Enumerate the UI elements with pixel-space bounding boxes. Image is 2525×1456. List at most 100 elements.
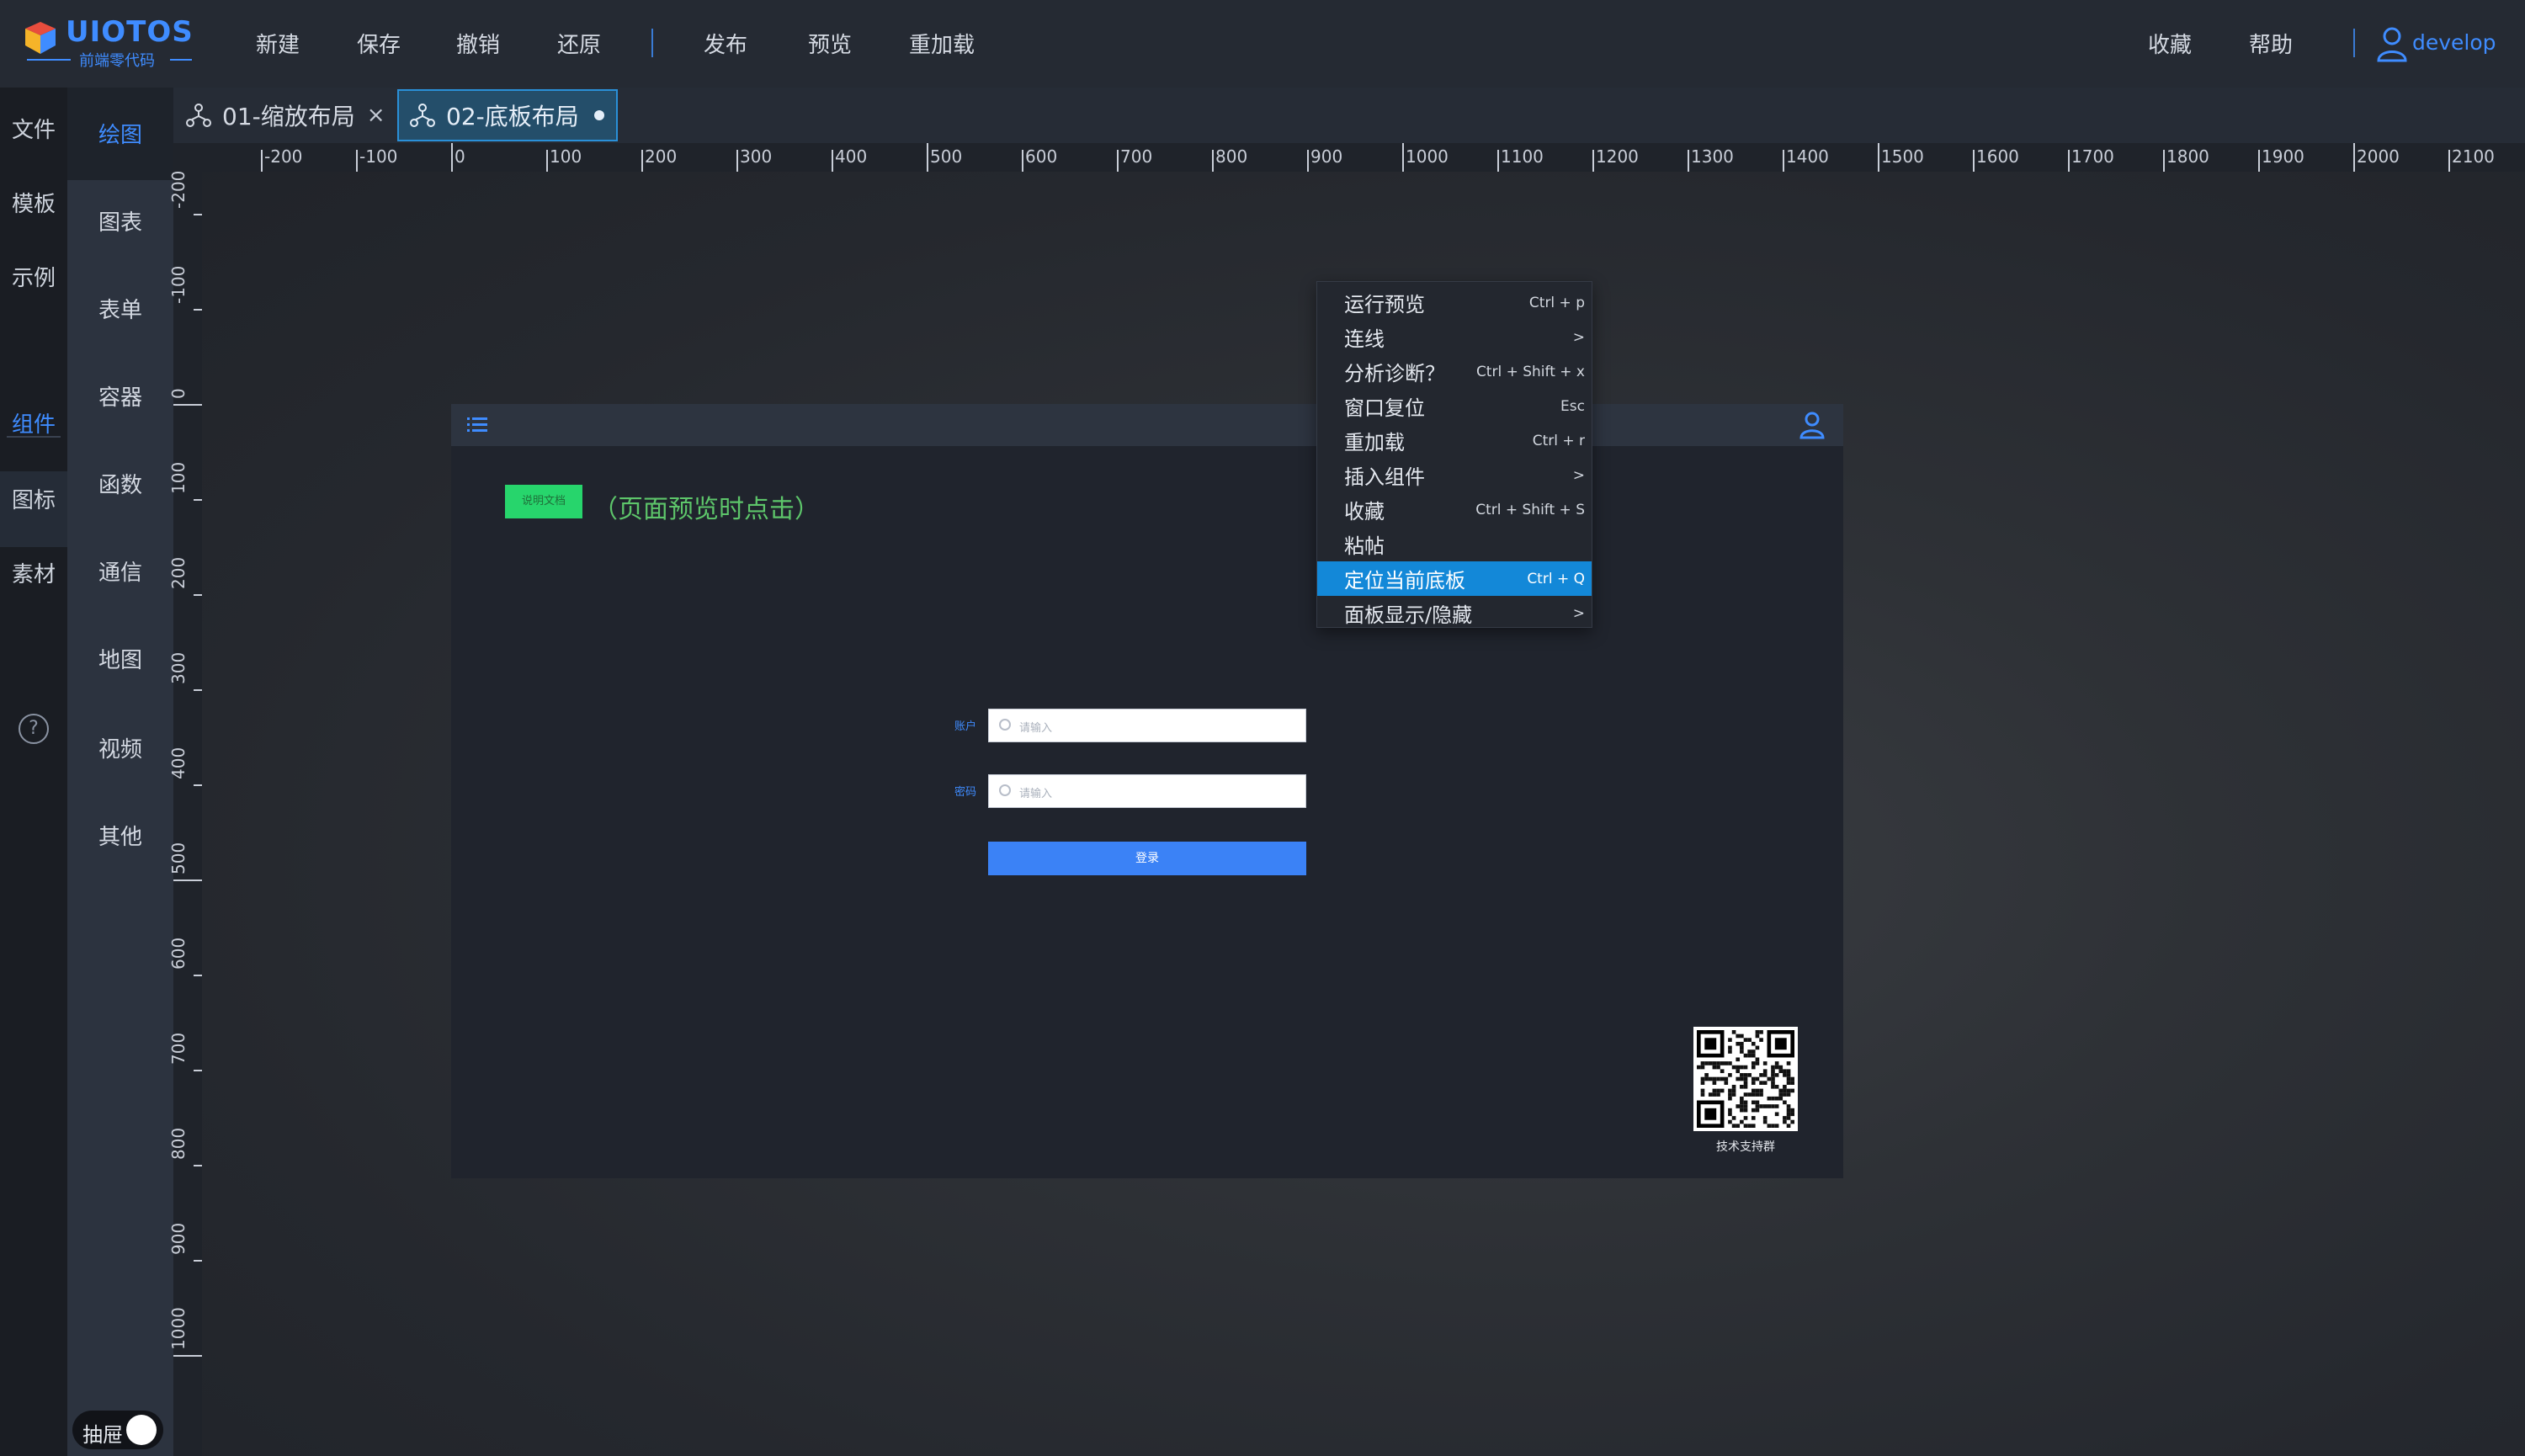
logo-cube-icon [25,22,56,54]
category-function[interactable]: 函数 [67,468,173,499]
ruler-label: 900 [168,1222,189,1255]
ruler-label: 600 [168,937,189,970]
context-menu-item[interactable]: 运行预览 Ctrl + p [1317,285,1592,320]
context-menu-label: 分析诊断？ [1344,362,1445,385]
rail-item-template[interactable]: 模板 [0,187,67,218]
context-menu-shortcut: Ctrl + Shift + S [1475,501,1585,518]
context-menu-item[interactable]: 窗口复位 Esc [1317,389,1592,423]
ruler-tick [194,975,202,976]
save-button[interactable]: 保存 [357,28,401,59]
tab-label: 02-底板布局 [446,103,579,130]
ruler-tick [194,1165,202,1166]
context-menu-shortcut: > [1572,466,1585,484]
category-drawing[interactable]: 绘图 [67,118,173,149]
ruler-tick [1783,150,1784,172]
user-icon[interactable] [1798,409,1826,441]
doc-hint-text: （页面预览时点击） [593,495,820,524]
ruler-label: 700 [168,1032,189,1065]
ruler-tick [1212,150,1214,172]
category-form[interactable]: 表单 [67,293,173,324]
context-menu-shortcut: > [1572,604,1585,622]
context-menu-label: 定位当前底板 [1344,569,1465,592]
context-menu-item[interactable]: 连线 > [1317,320,1592,354]
favorites-button[interactable]: 收藏 [2148,28,2192,59]
logo-rule-left [27,59,71,61]
password-input[interactable]: 请输入 [988,774,1306,808]
primary-rail: 文件 模板 示例 组件 图标 素材 ? [0,88,67,1456]
ruler-tick [261,150,263,172]
tab-label: 01-缩放布局 [222,103,355,130]
rail-item-example[interactable]: 示例 [0,261,67,292]
new-button[interactable]: 新建 [256,28,300,59]
doc-button[interactable]: 说明文档 [505,485,582,518]
ruler-label: 1100 [1501,146,1544,167]
artboard-header [451,404,1843,446]
context-menu-item[interactable]: 插入组件 > [1317,458,1592,492]
context-menu-item[interactable]: 定位当前底板 Ctrl + Q [1317,561,1592,596]
ruler-label: 0 [454,146,465,167]
ruler-label: -200 [264,146,303,167]
flow-icon [410,104,435,127]
flow-icon [186,104,211,127]
ruler-label: 300 [168,651,189,684]
preview-button[interactable]: 预览 [808,28,852,59]
context-menu-item[interactable]: 面板显示/隐藏 > [1317,596,1592,630]
ruler-label: 0 [168,388,189,399]
category-communication[interactable]: 通信 [67,555,173,587]
app-logo[interactable]: UIOTOS 前端零代码 [22,15,199,74]
context-menu-label: 面板显示/隐藏 [1344,603,1473,627]
context-menu-label: 窗口复位 [1344,396,1425,420]
undo-button[interactable]: 撤销 [456,28,500,59]
category-container[interactable]: 容器 [67,380,173,412]
rail-item-icon[interactable]: 图标 [0,483,67,514]
context-menu-shortcut: Esc [1560,397,1585,415]
drawer-toggle[interactable]: 抽屉 [72,1411,163,1449]
ruler-tick [2448,150,2450,172]
rail-item-material[interactable]: 素材 [0,557,67,588]
ruler-label: 100 [168,461,189,494]
context-menu-shortcut: Ctrl + r [1532,432,1585,449]
context-menu-item[interactable]: 粘帖 [1317,527,1592,561]
ruler-tick [641,150,643,172]
user-icon[interactable] [2375,25,2409,62]
list-menu-icon[interactable] [465,412,490,438]
account-label: 账户 [954,720,977,733]
tab-scale-layout[interactable]: 01-缩放布局 × [185,89,385,141]
base-panel-artboard[interactable]: 说明文档 （页面预览时点击） 账户 请输入 密码 请输入 登录 技术支持群 [451,404,1843,1178]
ruler-tick [173,1355,202,1357]
ruler-label: 1600 [1976,146,2019,167]
context-menu-item[interactable]: 分析诊断？ Ctrl + Shift + x [1317,354,1592,389]
ruler-label: 500 [930,146,963,167]
account-input[interactable]: 请输入 [988,709,1306,742]
ruler-label: 400 [168,747,189,779]
ruler-label: 1000 [168,1307,189,1350]
logo-subtitle: 前端零代码 [79,52,155,70]
ruler-tick [736,150,738,172]
category-map[interactable]: 地图 [67,643,173,674]
drawer-label: 抽屉 [82,1423,123,1447]
ruler-label: -100 [168,265,189,304]
reload-button[interactable]: 重加载 [909,28,975,59]
ruler-tick [1022,150,1023,172]
rail-item-file[interactable]: 文件 [0,113,67,144]
user-name[interactable]: develop [2412,30,2496,55]
ruler-tick [194,689,202,691]
context-menu-item[interactable]: 重加载 Ctrl + r [1317,423,1592,458]
publish-button[interactable]: 发布 [704,28,747,59]
rail-item-component[interactable]: 组件 [0,407,67,438]
close-icon[interactable]: × [367,103,385,128]
category-other[interactable]: 其他 [67,820,173,851]
document-tabs: 01-缩放布局 × 02-底板布局 [173,88,2525,143]
context-menu-item[interactable]: 收藏 Ctrl + Shift + S [1317,492,1592,527]
vertical-ruler: -200 -100 0 100 200 300 400 500 600 700 800 900 1000 [168,171,202,1456]
ruler-label: 400 [835,146,868,167]
category-chart[interactable]: 图表 [67,205,173,236]
help-icon[interactable]: ? [19,714,49,744]
search-icon [999,719,1011,731]
login-button[interactable]: 登录 [988,842,1306,875]
category-video[interactable]: 视频 [67,732,173,763]
redo-button[interactable]: 还原 [557,28,601,59]
help-button[interactable]: 帮助 [2249,28,2293,59]
tab-base-layout[interactable]: 02-底板布局 [397,89,618,141]
ruler-tick [1592,150,1594,172]
